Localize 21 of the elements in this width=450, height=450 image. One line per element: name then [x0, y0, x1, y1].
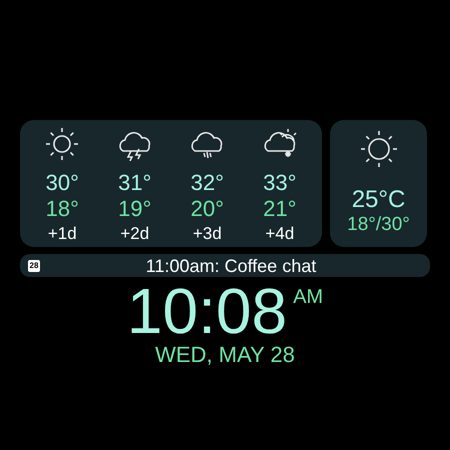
low-temperature: 20°: [190, 196, 224, 222]
high-temperature: 33°: [263, 170, 296, 196]
date-text: WED, MAY 28: [155, 343, 295, 367]
event-text: 11:00am: Coffee chat: [144, 254, 318, 276]
high-temperature: 31°: [118, 170, 152, 196]
low-temperature: 21°: [263, 196, 296, 222]
temperature-range: 18°/30°: [347, 214, 410, 236]
sun-icon: [358, 129, 398, 169]
high-temperature: 30°: [46, 170, 79, 196]
day-offset: +1d: [48, 223, 77, 245]
high-temperature: 32°: [190, 170, 224, 196]
clock-period: AM: [293, 287, 324, 307]
low-temperature: 18°: [46, 196, 79, 222]
day-offset: +2d: [120, 223, 150, 245]
current-temperature: 25°C: [352, 186, 406, 214]
sun-icon: [45, 127, 80, 161]
low-temperature: 19°: [118, 196, 152, 222]
day-offset: +4d: [265, 223, 294, 245]
day-offset: +3d: [192, 223, 222, 245]
calendar-icon: 28: [28, 260, 40, 272]
clock-time: 10:08: [126, 279, 288, 343]
